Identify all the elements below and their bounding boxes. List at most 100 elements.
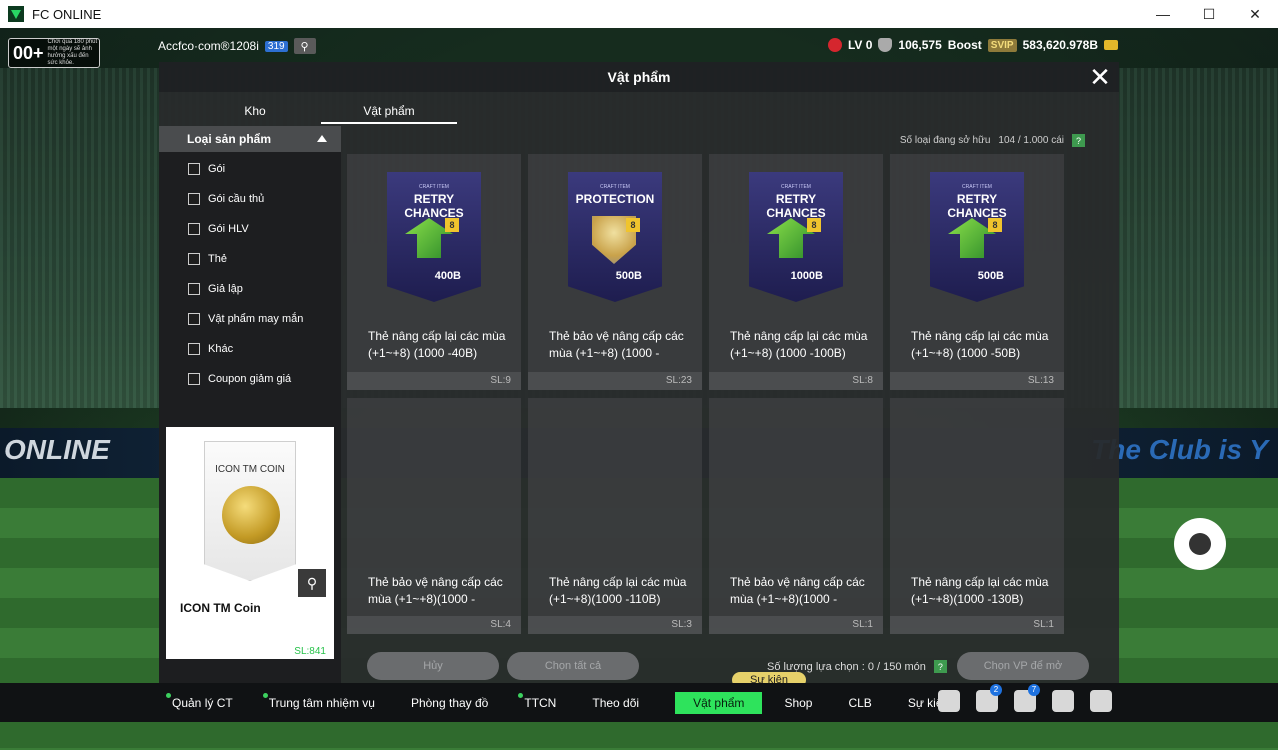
nav-theo-doi[interactable]: Theo dõi (592, 696, 639, 710)
category-header[interactable]: Loại sản phẩm (159, 126, 341, 152)
select-all-button[interactable]: Chọn tất cả (507, 652, 639, 680)
item-name: Thẻ bảo vệ nâng cấp các mùa (+1~+8)(1000… (730, 575, 865, 606)
level-badge: 8 (807, 218, 821, 232)
coin-icon (1104, 40, 1118, 50)
preview-card-label: ICON TM COIN (215, 464, 285, 475)
chat-icon[interactable] (938, 690, 960, 712)
category-label: Giả lập (208, 283, 243, 295)
category-item[interactable]: Gói HLV (159, 214, 341, 244)
coin-icon (222, 486, 280, 544)
retry-card-icon: CRAFT ITEM RETRY CHANCES 8 500B (930, 172, 1024, 302)
category-label: Coupon giảm giá (208, 373, 292, 385)
checkbox[interactable] (188, 253, 200, 265)
item-card[interactable]: Thẻ bảo vệ nâng cấp các mùa (+1~+8)(1000… (347, 398, 521, 634)
age-rating-badge: 00+ Chơi quá 180 phút một ngày sẽ ảnh hư… (8, 38, 100, 68)
coin-value: 583,620.978B (1022, 38, 1098, 52)
card-top: CRAFT ITEM (600, 184, 630, 190)
nav-quan-ly-ct[interactable]: Quản lý CT (166, 692, 233, 710)
item-quantity: SL:1 (709, 616, 883, 634)
retry-card-icon: CRAFT ITEM RETRY CHANCES 8 400B (387, 172, 481, 302)
notification-dot (262, 692, 268, 698)
nav-trung-tam-nhiem-vu[interactable]: Trung tâm nhiệm vụ (262, 692, 375, 710)
card-top: CRAFT ITEM (781, 184, 811, 190)
checkbox[interactable] (188, 313, 200, 325)
nav-shop[interactable]: Shop (784, 696, 812, 710)
item-grid: CRAFT ITEM RETRY CHANCES 8 400B Thẻ nâng cấ… (347, 154, 1087, 634)
checkbox[interactable] (188, 373, 200, 385)
item-card[interactable]: CRAFT ITEM RETRY CHANCES 8 1000B Thẻ nâng c… (709, 154, 883, 390)
home-icon[interactable]: 2 (976, 684, 1002, 712)
bell-icon[interactable]: 7 (1014, 684, 1040, 712)
cancel-button[interactable]: Hủy (367, 652, 499, 680)
gear-icon[interactable] (1090, 690, 1112, 712)
tab-kho[interactable]: Kho (195, 100, 315, 122)
close-icon[interactable]: ✕ (1089, 64, 1111, 90)
item-quantity: SL:23 (528, 372, 702, 390)
card-label: PROTECTION (575, 192, 655, 206)
category-item[interactable]: Thẻ (159, 244, 341, 274)
item-card[interactable]: Thẻ nâng cấp lại các mùa (+1~+8)(1000 -1… (528, 398, 702, 634)
category-item[interactable]: Khác (159, 334, 341, 364)
item-name: Thẻ bảo vệ nâng cấp các mùa (+1~+8) (100… (549, 329, 684, 360)
category-item[interactable]: Coupon giảm giá (159, 364, 341, 394)
help-icon[interactable]: ? (1072, 134, 1085, 147)
maximize-button[interactable]: ☐ (1186, 0, 1232, 28)
notification-dot (518, 692, 524, 698)
search-icon[interactable]: ⚲ (293, 38, 316, 54)
checkbox[interactable] (188, 193, 200, 205)
nav-label: Quản lý CT (172, 695, 233, 710)
close-window-button[interactable]: ✕ (1232, 0, 1278, 28)
checkbox[interactable] (188, 343, 200, 355)
badge-count: 2 (990, 684, 1002, 696)
category-label: Vật phẩm may mắn (208, 313, 304, 325)
chat-icon (1189, 533, 1211, 555)
item-quantity: SL:13 (890, 372, 1064, 390)
item-quantity: SL:3 (528, 616, 702, 634)
item-name: Thẻ bảo vệ nâng cấp các mùa (+1~+8)(1000… (368, 575, 503, 606)
category-item[interactable]: Giả lập (159, 274, 341, 304)
level-icon (827, 38, 842, 52)
account-uid: 319 (264, 40, 288, 52)
nav-ttcn[interactable]: TTCN (518, 692, 556, 710)
banner-text-left: ONLINE (4, 434, 110, 465)
profile-icon[interactable] (1052, 690, 1074, 712)
card-amount: 400B (434, 270, 461, 282)
minimize-button[interactable]: — (1140, 0, 1186, 28)
nav-phong-thay-do[interactable]: Phòng thay đồ (411, 696, 488, 710)
item-name: Thẻ nâng cấp lại các mùa (+1~+8) (1000 -… (911, 329, 1049, 360)
item-card[interactable]: Thẻ nâng cấp lại các mùa (+1~+8)(1000 -1… (890, 398, 1064, 634)
category-item[interactable]: Gói cầu thủ (159, 184, 341, 214)
account-bar: Accfco·com®1208i 319 ⚲ (158, 38, 316, 54)
checkbox[interactable] (188, 283, 200, 295)
preview-card: ICON TM COIN (204, 441, 296, 581)
category-item[interactable]: Gói (159, 154, 341, 184)
owned-value: 104 / 1.000 cái (998, 135, 1064, 146)
category-item[interactable]: Vật phẩm may mắn (159, 304, 341, 334)
card-top: CRAFT ITEM (962, 184, 992, 190)
item-quantity: SL:4 (347, 616, 521, 634)
open-items-button[interactable]: Chọn VP để mở (957, 652, 1089, 680)
category-label: Gói HLV (208, 223, 249, 235)
item-name: Thẻ nâng cấp lại các mùa (+1~+8)(1000 -1… (911, 575, 1049, 606)
item-card[interactable]: CRAFT ITEM RETRY CHANCES 8 500B Thẻ nâng cấ… (890, 154, 1064, 390)
checkbox[interactable] (188, 163, 200, 175)
card-amount: 1000B (790, 270, 823, 282)
level-badge: 8 (445, 218, 459, 232)
zoom-icon[interactable]: ⚲ (298, 569, 326, 597)
retry-card-icon: CRAFT ITEM RETRY CHANCES 8 1000B (749, 172, 843, 302)
level-badge: 8 (626, 218, 640, 232)
item-card[interactable]: CRAFT ITEM RETRY CHANCES 8 400B Thẻ nâng cấ… (347, 154, 521, 390)
account-name: Accfco·com®1208i (158, 39, 259, 53)
nav-vat-pham[interactable]: Vật phẩm (675, 691, 763, 714)
power-icon (878, 38, 893, 52)
support-chat-button[interactable] (1174, 518, 1226, 570)
tab-vat-pham[interactable]: Vật phẩm (321, 100, 457, 124)
preview-quantity: SL:841 (294, 646, 326, 657)
nav-clb[interactable]: CLB (848, 696, 871, 710)
selection-count-label: Số lượng lựa chọn : 0 / 150 món (767, 660, 926, 673)
owned-label: Số loại đang sở hữu (899, 135, 991, 146)
checkbox[interactable] (188, 223, 200, 235)
item-card[interactable]: CRAFT ITEM PROTECTION 8 500B Thẻ bảo vệ nân… (528, 154, 702, 390)
help-icon[interactable]: ? (933, 660, 947, 673)
item-card[interactable]: Thẻ bảo vệ nâng cấp các mùa (+1~+8)(1000… (709, 398, 883, 634)
